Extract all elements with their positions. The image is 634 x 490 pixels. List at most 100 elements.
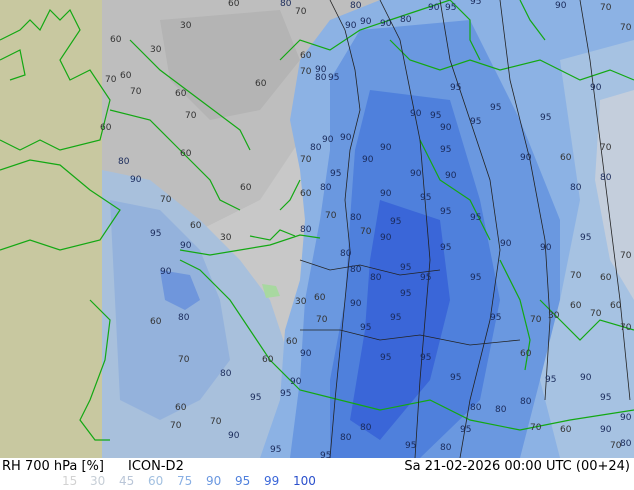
contour-label: 70 [530,315,542,325]
contour-label: 95 [280,389,291,399]
contour-label: 60 [286,337,298,347]
outside-domain-land [0,0,102,458]
contour-label: 90 [440,123,452,133]
contour-label: 90 [345,21,357,31]
contour-label: 70 [210,417,222,427]
contour-label: 95 [328,73,339,83]
contour-label: 80 [310,143,322,153]
contour-label: 95 [420,193,431,203]
contour-label: 95 [450,373,461,383]
contour-label: 90 [410,169,422,179]
contour-label: 60 [228,0,240,9]
contour-label: 95 [450,83,461,93]
scale-label-75: 75 [177,474,193,488]
contour-label: 90 [180,241,192,251]
contour-label: 80 [300,225,312,235]
contour-label: 80 [340,433,352,443]
contour-label: 95 [460,425,471,435]
contour-label: 95 [445,3,456,13]
contour-label: 95 [540,113,551,123]
contour-label: 90 [500,239,512,249]
contour-label: 95 [405,441,416,451]
contour-label: 80 [440,443,452,453]
contour-label: 60 [110,35,122,45]
contour-label: 95 [270,445,281,455]
contour-label: 70 [105,75,117,85]
contour-label: 95 [420,353,431,363]
contour-label: 90 [380,189,392,199]
contour-label: 80 [320,183,332,193]
contour-label: 90 [380,233,392,243]
contour-label: 80 [370,273,382,283]
contour-label: 60 [120,71,132,81]
contour-label: 95 [420,273,431,283]
contour-label: 70 [178,355,190,365]
scale-label-100: 100 [293,474,316,488]
contour-label: 95 [440,145,451,155]
contour-label: 70 [600,143,612,153]
contour-label: 95 [440,243,451,253]
contour-label: 60 [262,355,274,365]
contour-label: 70 [620,251,632,261]
contour-label: 95 [390,313,401,323]
contour-label: 70 [185,111,197,121]
chart-title: RH 700 hPa [%] [2,459,104,474]
contour-label: 80 [220,369,232,379]
contour-label: 95 [390,217,401,227]
contour-label: 70 [570,271,582,281]
contour-label: 95 [600,393,611,403]
contour-label: 95 [400,289,411,299]
contour-label: 60 [175,403,187,413]
contour-label: 80 [340,249,352,259]
contour-label: 95 [150,229,161,239]
contour-label: 80 [315,73,327,83]
contour-label: 30 [548,311,560,321]
contour-label: 90 [590,83,602,93]
contour-label: 80 [400,15,412,25]
contour-label: 30 [180,21,192,31]
contour-label: 70 [316,315,328,325]
contour-label: 60 [560,425,572,435]
scale-label-99: 99 [264,474,280,488]
scale-label-60: 60 [148,474,164,488]
scale-label-95: 95 [235,474,251,488]
contour-label: 80 [350,265,362,275]
contour-label: 80 [178,313,190,323]
contour-label: 60 [150,317,162,327]
contour-label: 95 [440,207,451,217]
contour-label: 90 [322,135,334,145]
contour-label: 80 [470,403,482,413]
contour-label: 30 [220,233,232,243]
contour-label: 95 [330,169,341,179]
contour-label: 70 [130,87,142,97]
contour-label: 60 [255,79,267,89]
contour-label: 95 [580,233,591,243]
contour-label: 70 [300,155,312,165]
contour-label: 80 [360,423,372,433]
contour-label: 60 [560,153,572,163]
contour-label: 90 [540,243,552,253]
contour-label: 60 [175,89,187,99]
contour-label: 90 [360,17,372,27]
contour-label: 80 [280,0,292,9]
model-name: ICON-D2 [128,459,184,474]
contour-label: 90 [300,349,312,359]
contour-label: 95 [490,103,501,113]
contour-label: 90 [228,431,240,441]
contour-label: 80 [350,213,362,223]
contour-label: 95 [360,323,371,333]
contour-label: 90 [445,171,457,181]
contour-label: 95 [490,313,501,323]
valid-time: Sa 21-02-2026 00:00 UTC (00+24) [404,459,630,474]
contour-label: 90 [340,133,352,143]
contour-label: 60 [520,349,532,359]
contour-label: 95 [430,111,441,121]
contour-label: 70 [590,309,602,319]
contour-label: 90 [380,19,392,29]
footer: RH 700 hPa [%] ICON-D2 Sa 21-02-2026 00:… [0,458,634,490]
contour-label: 60 [190,221,202,231]
contour-label: 80 [350,1,362,11]
contour-label: 60 [600,273,612,283]
contour-label: 70 [170,421,182,431]
contour-label: 90 [555,1,567,11]
